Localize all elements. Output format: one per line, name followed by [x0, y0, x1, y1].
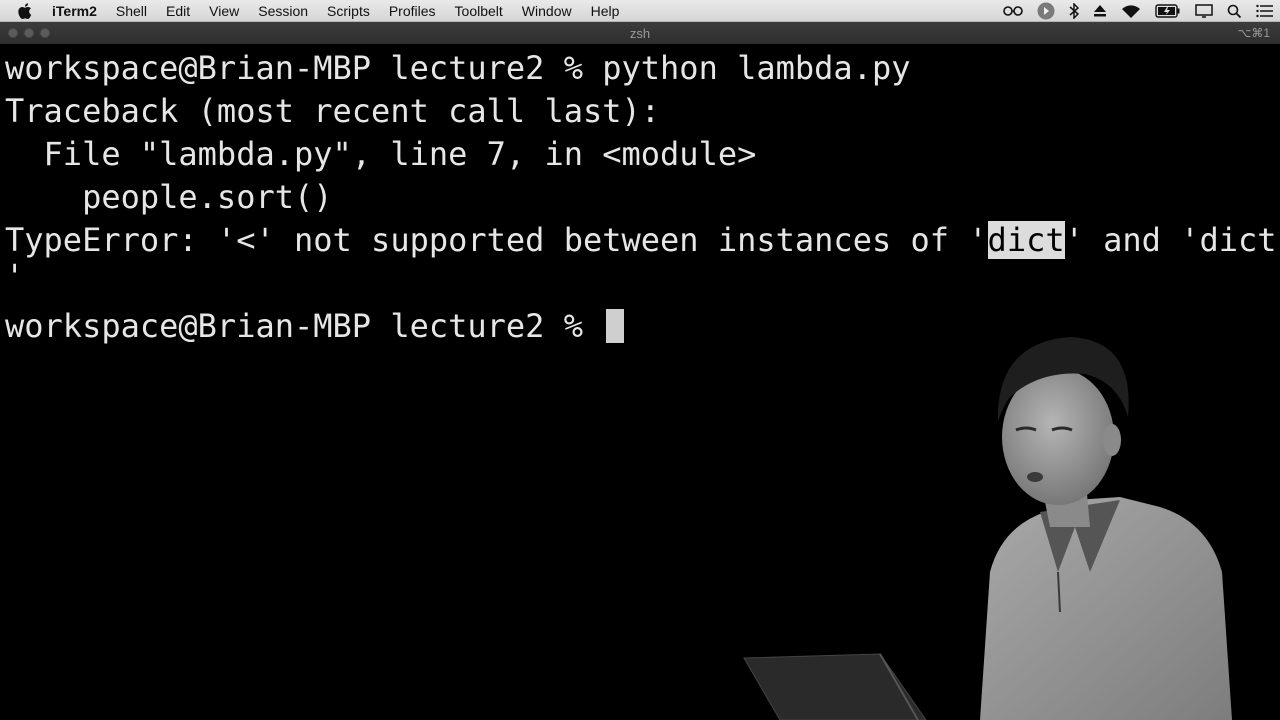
window-title: zsh: [629, 25, 651, 41]
app-menu-iterm2[interactable]: iTerm2: [52, 3, 97, 19]
prompt-text: workspace@Brian-MBP lecture2 %: [5, 307, 603, 345]
terminal-line-file: File "lambda.py", line 7, in <module>: [5, 135, 757, 173]
bluetooth-icon[interactable]: [1069, 3, 1079, 19]
menu-shell[interactable]: Shell: [116, 3, 147, 19]
menu-bar: iTerm2 Shell Edit View Session Scripts P…: [0, 0, 1280, 22]
terminal-line-traceback: Traceback (most recent call last):: [5, 92, 661, 130]
window-shortcut: ⌥⌘1: [1237, 26, 1270, 40]
glasses-icon[interactable]: [1003, 5, 1023, 17]
menu-view[interactable]: View: [209, 3, 239, 19]
terminal-line-error: TypeError: '<' not supported between ins…: [5, 220, 1277, 260]
terminal-line-code: people.sort(): [5, 178, 333, 216]
terminal-line-command: workspace@Brian-MBP lecture2 % python la…: [5, 49, 911, 87]
menu-scripts[interactable]: Scripts: [327, 3, 370, 19]
media-play-icon[interactable]: [1037, 2, 1055, 20]
battery-icon[interactable]: [1155, 4, 1181, 18]
terminal-line-prompt[interactable]: workspace@Brian-MBP lecture2 %: [5, 306, 625, 346]
status-icons: [1003, 0, 1274, 22]
window-titlebar: zsh ⌥⌘1: [0, 22, 1280, 44]
menu-profiles[interactable]: Profiles: [389, 3, 436, 19]
terminal-line-wrap: ': [5, 257, 25, 295]
list-menu-icon[interactable]: [1256, 4, 1274, 18]
presenter-image: [743, 337, 1232, 720]
menu-window[interactable]: Window: [522, 3, 572, 19]
menu-edit[interactable]: Edit: [166, 3, 190, 19]
selected-text[interactable]: dict: [987, 221, 1065, 259]
display-icon[interactable]: [1195, 4, 1213, 18]
wifi-icon[interactable]: [1121, 4, 1141, 19]
eject-icon[interactable]: [1093, 4, 1107, 18]
apple-icon[interactable]: [18, 2, 36, 19]
text-cursor: [606, 309, 625, 343]
menu-help[interactable]: Help: [591, 3, 620, 19]
menu-toolbelt[interactable]: Toolbelt: [455, 3, 503, 19]
menu-session[interactable]: Session: [258, 3, 308, 19]
error-text-end: ' and 'dict: [1064, 221, 1277, 259]
error-text-start: TypeError: '<' not supported between ins…: [5, 221, 988, 259]
search-icon[interactable]: [1227, 4, 1242, 19]
